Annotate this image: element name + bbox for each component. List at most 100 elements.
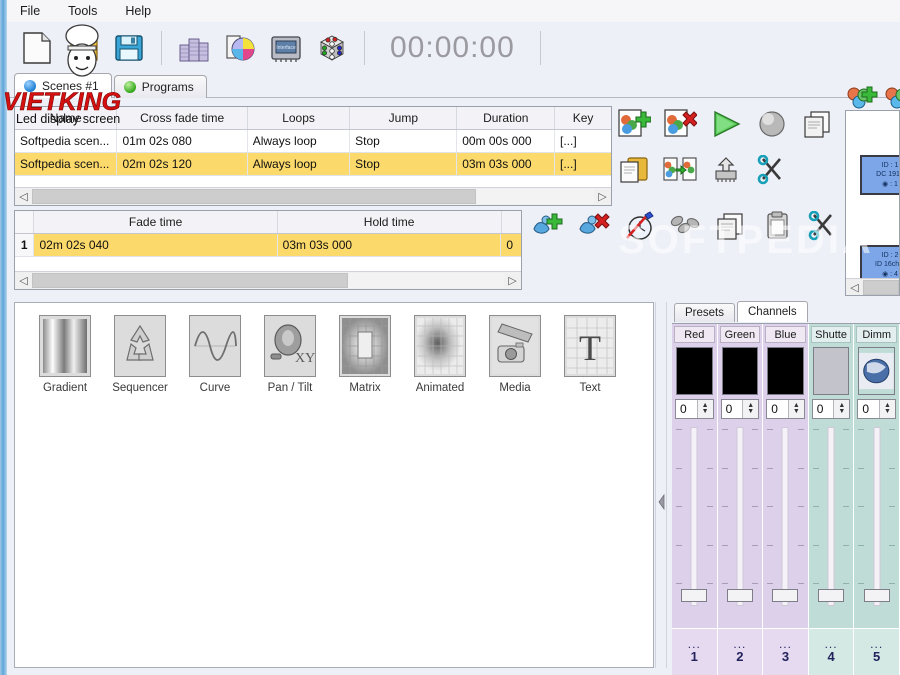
scenes-hscrollbar[interactable]: ◁ ▷ bbox=[15, 187, 611, 205]
menu-help[interactable]: Help bbox=[122, 2, 154, 20]
palette-sequencer[interactable]: Sequencer bbox=[112, 315, 168, 394]
channel-header[interactable]: Blue bbox=[765, 326, 806, 343]
channel-value-input[interactable]: 0 ▲ ▼ bbox=[720, 399, 760, 419]
cube-button[interactable] bbox=[311, 27, 353, 69]
column-header-extra[interactable] bbox=[502, 211, 521, 233]
scroll-track[interactable] bbox=[32, 189, 594, 204]
scroll-track[interactable] bbox=[863, 279, 899, 295]
channel-swatch[interactable] bbox=[676, 347, 713, 395]
scroll-right-icon[interactable]: ▷ bbox=[504, 272, 521, 289]
menu-tools[interactable]: Tools bbox=[65, 2, 100, 20]
add-fixture-button[interactable] bbox=[845, 86, 879, 112]
tab-presets[interactable]: Presets bbox=[674, 303, 735, 322]
palette-text[interactable]: T Text bbox=[564, 315, 616, 394]
scroll-thumb[interactable] bbox=[863, 279, 899, 295]
spinner-arrows-icon[interactable]: ▲ ▼ bbox=[878, 400, 895, 418]
palette-gradient[interactable]: Gradient bbox=[39, 315, 91, 394]
paste-scene-button[interactable] bbox=[614, 150, 654, 190]
slider-thumb[interactable] bbox=[818, 589, 845, 602]
add-scene-button[interactable] bbox=[614, 104, 654, 144]
panel-splitter[interactable] bbox=[655, 302, 667, 668]
column-header-cross-fade[interactable]: Cross fade time bbox=[117, 107, 248, 129]
slider-thumb[interactable] bbox=[681, 589, 708, 602]
channel-slider[interactable] bbox=[718, 423, 763, 628]
channel-options-button[interactable]: ... bbox=[779, 638, 792, 651]
table-row[interactable]: 1 02m 02s 040 03m 03s 000 0 bbox=[15, 234, 521, 257]
step-chain-button[interactable] bbox=[665, 206, 705, 246]
move-scene-button[interactable] bbox=[660, 150, 700, 190]
palette-curve[interactable]: Curve bbox=[189, 315, 241, 394]
column-header-duration[interactable]: Duration bbox=[457, 107, 556, 129]
paste-step-button[interactable] bbox=[757, 206, 797, 246]
cell-key[interactable]: [...] bbox=[555, 153, 611, 175]
channel-swatch[interactable] bbox=[767, 347, 804, 395]
column-header-key[interactable]: Key bbox=[555, 107, 611, 129]
spinner-arrows-icon[interactable]: ▲ ▼ bbox=[833, 400, 850, 418]
cut-scene-button[interactable] bbox=[752, 150, 792, 190]
column-header-loops[interactable]: Loops bbox=[248, 107, 351, 129]
copy-scene-button[interactable] bbox=[798, 104, 838, 144]
table-row[interactable]: Softpedia scen... 02m 02s 120 Always loo… bbox=[15, 153, 611, 176]
channel-value-input[interactable]: 0 ▲ ▼ bbox=[857, 399, 896, 419]
delete-scene-button[interactable] bbox=[660, 104, 700, 144]
palette-media[interactable]: Media bbox=[489, 315, 541, 394]
delete-step-button[interactable] bbox=[573, 206, 613, 246]
scroll-right-icon[interactable]: ▷ bbox=[594, 188, 611, 205]
channel-header[interactable]: Shutte bbox=[810, 326, 852, 343]
column-header-hold-time[interactable]: Hold time bbox=[278, 211, 502, 233]
channel-swatch[interactable] bbox=[858, 347, 895, 395]
channel-value-input[interactable]: 0 ▲ ▼ bbox=[811, 399, 851, 419]
scroll-left-icon[interactable]: ◁ bbox=[846, 279, 863, 296]
channel-header[interactable]: Dimm bbox=[856, 326, 897, 343]
channel-options-button[interactable]: ... bbox=[733, 638, 746, 651]
spinner-arrows-icon[interactable]: ▲ ▼ bbox=[696, 400, 713, 418]
step-time-button[interactable] bbox=[619, 206, 659, 246]
slider-thumb[interactable] bbox=[863, 589, 890, 602]
channel-value-input[interactable]: 0 ▲ ▼ bbox=[675, 399, 714, 419]
menu-file[interactable]: File bbox=[17, 2, 43, 20]
channel-options-button[interactable]: ... bbox=[870, 638, 883, 651]
upload-device-button[interactable] bbox=[706, 150, 746, 190]
palette-pan-tilt[interactable]: XY Pan / Tilt bbox=[264, 315, 316, 394]
cell-key[interactable]: [...] bbox=[555, 130, 611, 152]
channel-slider[interactable] bbox=[854, 423, 899, 628]
palette-matrix[interactable]: Matrix bbox=[339, 315, 391, 394]
channel-options-button[interactable]: ... bbox=[688, 638, 701, 651]
collapse-left-icon[interactable] bbox=[658, 494, 666, 510]
fixtures-panel[interactable]: ID : 1 DC 1915 ◉ : 1 ID : 2 ID 16ch 1 ◉ … bbox=[845, 110, 900, 296]
spinner-arrows-icon[interactable]: ▲ ▼ bbox=[742, 400, 759, 418]
column-header-jump[interactable]: Jump bbox=[350, 107, 458, 129]
editor-canvas[interactable]: Gradient Sequencer Curve XY Pan / Tilt M… bbox=[14, 302, 654, 668]
copy-step-button[interactable] bbox=[711, 206, 751, 246]
channel-slider[interactable] bbox=[763, 423, 808, 628]
save-button[interactable] bbox=[108, 27, 150, 69]
channel-header[interactable]: Green bbox=[719, 326, 761, 343]
play-button[interactable] bbox=[706, 104, 746, 144]
channel-header[interactable]: Red bbox=[674, 326, 715, 343]
scroll-thumb[interactable] bbox=[32, 273, 349, 288]
color-button[interactable] bbox=[219, 27, 261, 69]
cut-step-button[interactable] bbox=[803, 206, 843, 246]
spinner-arrows-icon[interactable]: ▲ ▼ bbox=[787, 400, 804, 418]
device-button[interactable]: Interface bbox=[265, 27, 307, 69]
table-row[interactable]: Softpedia scen... 01m 02s 080 Always loo… bbox=[15, 130, 611, 153]
add-step-button[interactable] bbox=[527, 206, 567, 246]
slider-thumb[interactable] bbox=[772, 589, 799, 602]
stop-button[interactable] bbox=[752, 104, 792, 144]
tab-channels[interactable]: Channels bbox=[737, 301, 808, 322]
scroll-left-icon[interactable]: ◁ bbox=[15, 272, 32, 289]
delete-fixture-button[interactable] bbox=[883, 86, 900, 112]
fixture-item[interactable]: ID : 1 DC 1915 ◉ : 1 bbox=[860, 155, 899, 195]
scroll-thumb[interactable] bbox=[32, 189, 476, 204]
fixtures-hscrollbar[interactable]: ◁ bbox=[846, 278, 899, 295]
channel-options-button[interactable]: ... bbox=[825, 638, 838, 651]
channel-value-input[interactable]: 0 ▲ ▼ bbox=[766, 399, 805, 419]
column-header-fade-time[interactable]: Fade time bbox=[34, 211, 278, 233]
fixtures-button[interactable] bbox=[173, 27, 215, 69]
scroll-left-icon[interactable]: ◁ bbox=[15, 188, 32, 205]
channel-slider[interactable] bbox=[809, 423, 854, 628]
palette-animated[interactable]: Animated bbox=[414, 315, 466, 394]
channel-swatch[interactable] bbox=[721, 347, 759, 395]
scroll-track[interactable] bbox=[32, 273, 504, 288]
slider-thumb[interactable] bbox=[726, 589, 753, 602]
